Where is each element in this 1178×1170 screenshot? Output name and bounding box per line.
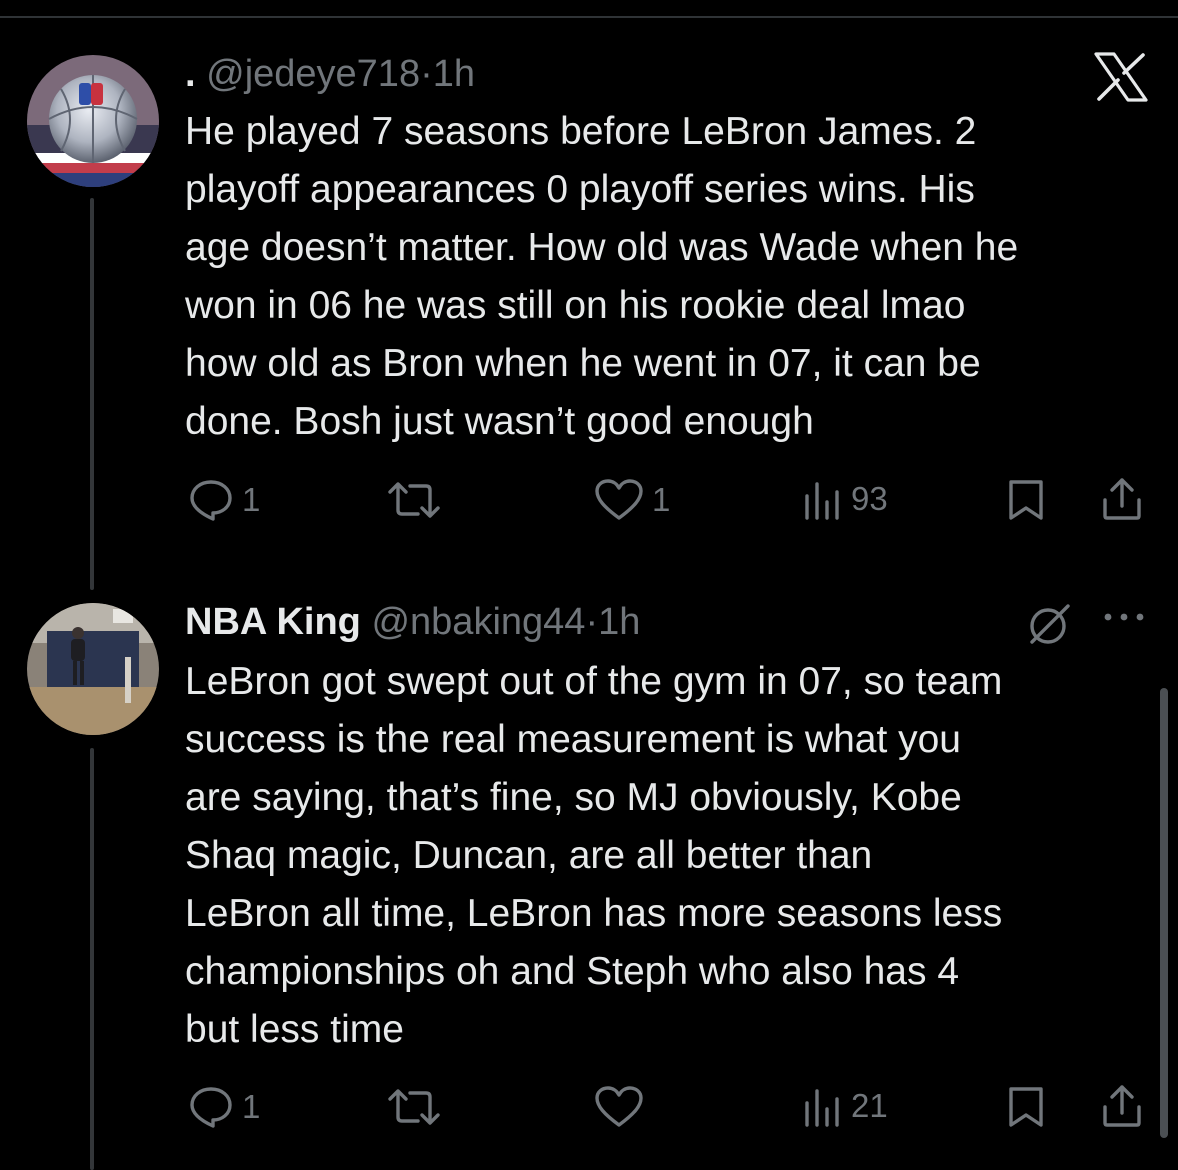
display-name[interactable]: .	[185, 53, 196, 95]
tweet-text-line: championships oh and Steph who also has …	[185, 950, 960, 993]
reply-count: 1	[242, 481, 261, 518]
reply-button[interactable]: 1	[188, 478, 260, 522]
tweet-text-line: success is the real measurement is what …	[185, 718, 962, 761]
tweet-text-line: playoff appearances 0 playoff series win…	[185, 168, 975, 211]
bookmark-icon	[1009, 480, 1043, 520]
tweet-text: LeBron got swept out of the gym in 07, s…	[185, 653, 1160, 1059]
tweet-text-line: how old as Bron when he went in 07, it c…	[185, 342, 981, 385]
bookmark-button[interactable]	[1006, 1085, 1046, 1129]
share-icon	[1103, 478, 1141, 520]
time-separator: ·	[420, 53, 433, 95]
tweet-text-line: done. Bosh just wasn’t good enough	[185, 400, 814, 443]
timestamp[interactable]: 1h	[433, 53, 475, 95]
tweet-text-line: but less time	[185, 1008, 404, 1051]
like-count: 1	[652, 481, 671, 518]
top-divider	[0, 16, 1178, 18]
share-icon	[1103, 1085, 1141, 1127]
avatar[interactable]	[27, 55, 159, 187]
thread-line	[90, 748, 94, 1170]
reply-icon	[190, 1087, 232, 1128]
bookmark-button[interactable]	[1006, 478, 1046, 522]
user-handle[interactable]: @jedeye718	[206, 53, 420, 95]
tweet-text-line: Shaq magic, Duncan, are all better than	[185, 834, 873, 877]
thread-line	[90, 198, 94, 590]
bookmark-icon	[1009, 1087, 1043, 1127]
like-button[interactable]	[594, 1085, 652, 1129]
tweet-text-line: age doesn’t matter. How old was Wade whe…	[185, 226, 1019, 269]
repost-icon	[388, 482, 440, 518]
views-button[interactable]: 21	[803, 1085, 888, 1127]
repost-button[interactable]	[386, 1087, 450, 1127]
grok-icon[interactable]	[1024, 600, 1074, 648]
reply-icon	[190, 480, 232, 521]
user-handle[interactable]: @nbaking44	[371, 601, 585, 643]
tweet-header: . @jedeye718·1h	[185, 52, 475, 96]
reply-button[interactable]: 1	[188, 1085, 260, 1129]
view-count: 93	[851, 480, 888, 517]
tweet-text-line: He played 7 seasons before LeBron James.…	[185, 110, 977, 153]
time-separator: ·	[585, 601, 599, 643]
heart-icon	[595, 1086, 643, 1127]
view-count: 21	[851, 1087, 888, 1124]
like-button[interactable]: 1	[594, 478, 670, 522]
share-button[interactable]	[1100, 1083, 1144, 1129]
scrollbar[interactable]	[1160, 688, 1168, 1138]
tweet-text-line: LeBron got swept out of the gym in 07, s…	[185, 660, 1003, 703]
views-icon	[805, 1089, 839, 1127]
repost-button[interactable]	[386, 480, 450, 520]
tweet-text-line: won in 06 he was still on his rookie dea…	[185, 284, 966, 327]
gym-avatar-image	[27, 603, 159, 735]
views-icon	[805, 482, 839, 520]
tweet-header: NBA King @nbaking44·1h	[185, 600, 640, 644]
display-name[interactable]: NBA King	[185, 601, 361, 643]
views-button[interactable]: 93	[803, 478, 888, 520]
tweet-text: He played 7 seasons before LeBron James.…	[185, 103, 1160, 451]
heart-icon	[595, 479, 643, 520]
avatar[interactable]	[27, 603, 159, 735]
more-icon[interactable]	[1100, 607, 1148, 627]
tweet-text-line: LeBron all time, LeBron has more seasons…	[185, 892, 1003, 935]
tweet-text-line: are saying, that’s fine, so MJ obviously…	[185, 776, 962, 819]
basketball-avatar-image	[27, 55, 159, 187]
reply-count: 1	[242, 1088, 261, 1125]
share-button[interactable]	[1100, 476, 1144, 522]
timestamp[interactable]: 1h	[598, 601, 640, 643]
repost-icon	[388, 1089, 440, 1125]
x-logo-icon	[1094, 52, 1148, 102]
